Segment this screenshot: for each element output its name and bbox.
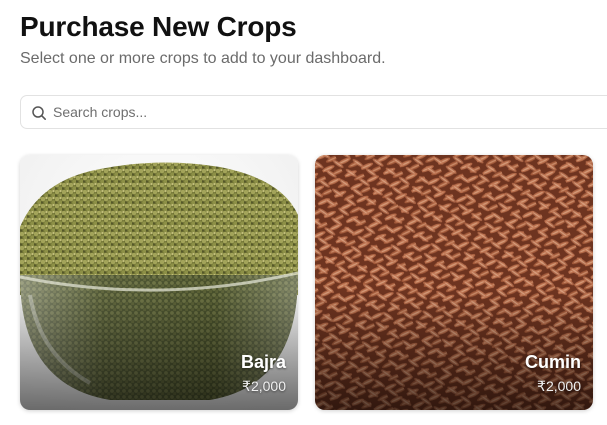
page-subtitle: Select one or more crops to add to your …	[20, 50, 386, 67]
search-input[interactable]	[53, 96, 593, 128]
page-title: Purchase New Crops	[20, 11, 297, 42]
search-box[interactable]	[20, 95, 607, 129]
crop-card-bajra[interactable]: Bajra ₹2,000	[20, 155, 298, 410]
crop-name-cumin: Cumin	[525, 352, 581, 372]
search-icon	[32, 106, 46, 120]
purchase-crops-page: Purchase New Crops Select one or more cr…	[0, 0, 607, 425]
crop-price-bajra: ₹2,000	[242, 378, 286, 394]
crop-card-cumin[interactable]: Cumin ₹2,000	[315, 155, 593, 410]
crop-name-bajra: Bajra	[240, 352, 286, 372]
crop-price-cumin: ₹2,000	[537, 378, 581, 394]
